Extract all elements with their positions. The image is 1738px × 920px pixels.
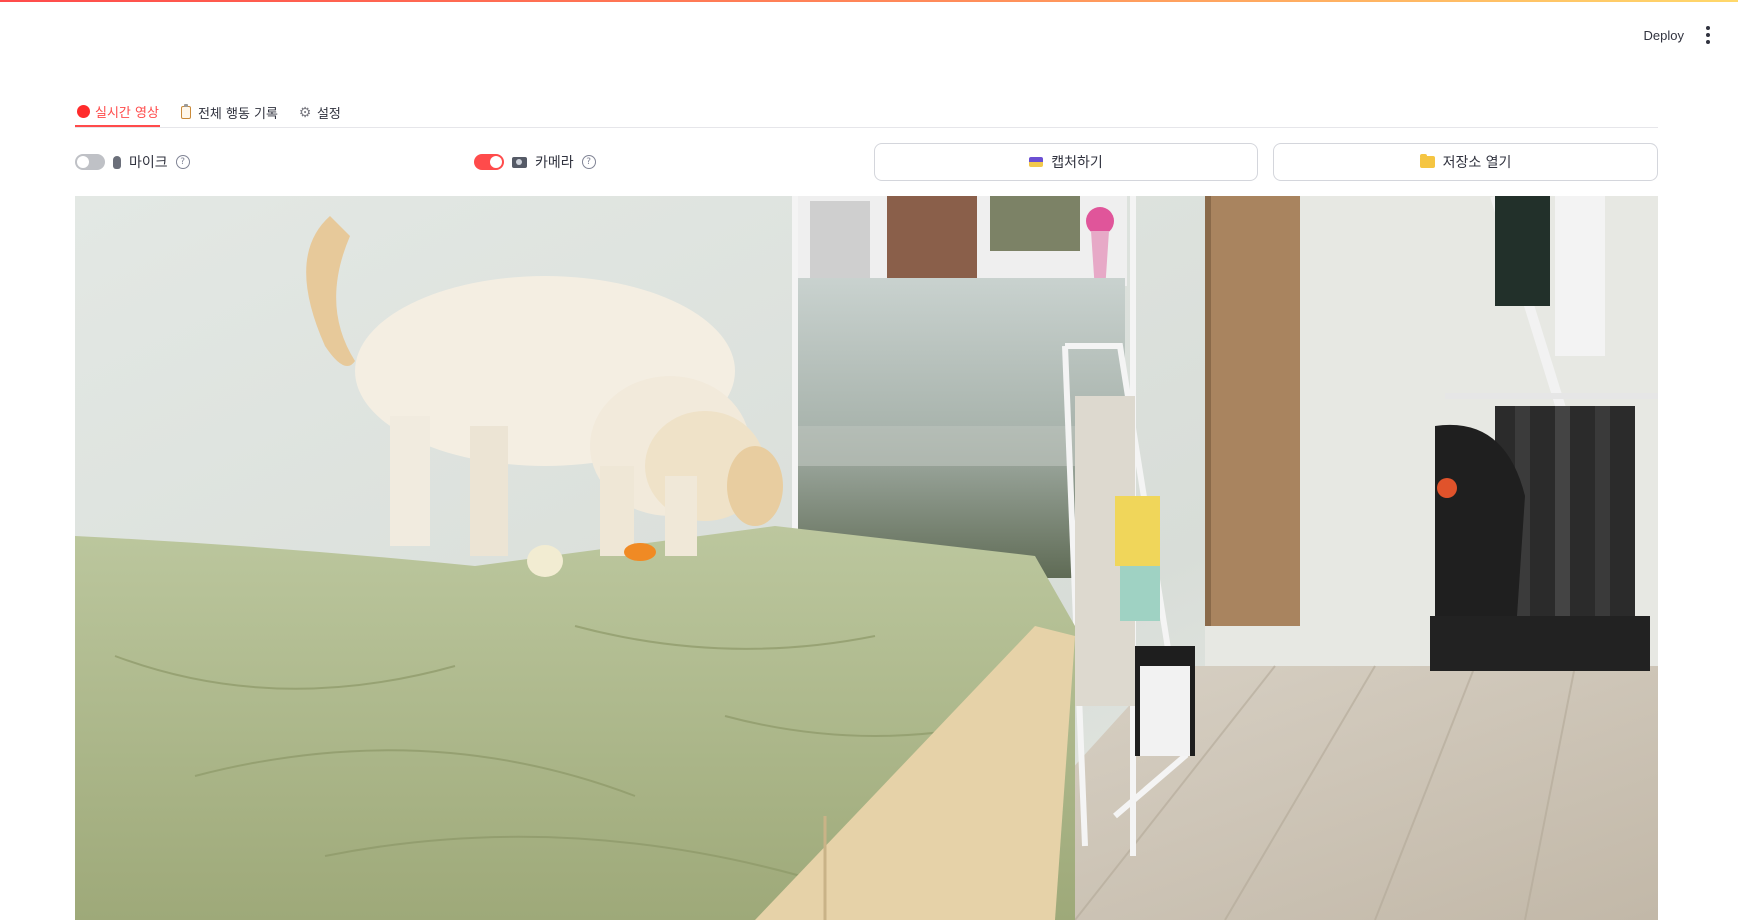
camera-toggle-group: 카메라 ? <box>474 152 596 172</box>
microphone-icon <box>113 155 121 169</box>
open-storage-button[interactable]: 저장소 열기 <box>1273 143 1658 181</box>
open-storage-button-label: 저장소 열기 <box>1442 155 1512 171</box>
camera-label: 카메라 <box>535 155 574 171</box>
mic-label: 마이크 <box>129 155 168 171</box>
live-video-frame <box>75 196 1658 920</box>
rosette <box>1086 207 1114 235</box>
red-circle-icon <box>76 105 90 119</box>
tab-activity-log-label: 전체 행동 기록 <box>197 107 278 122</box>
mic-toggle[interactable] <box>75 154 105 170</box>
camera-help-icon[interactable]: ? <box>581 155 596 169</box>
capture-button[interactable]: 캡처하기 <box>874 143 1258 181</box>
toy-orange <box>624 543 656 561</box>
tab-bar: 실시간 영상 전체 행동 기록 ⚙ 설정 <box>75 98 1658 128</box>
video-scene <box>75 196 1658 920</box>
tab-live-video-label: 실시간 영상 <box>95 106 159 121</box>
poster <box>887 196 977 291</box>
camera-flash-icon <box>1029 157 1044 167</box>
tab-settings[interactable]: ⚙ 설정 <box>297 98 342 127</box>
camera-icon <box>512 156 527 168</box>
tab-settings-label: 설정 <box>316 107 341 122</box>
toy-white <box>527 545 563 577</box>
control-row: 마이크 ? 카메라 ? 캡처하기 저장소 열기 <box>75 143 1658 181</box>
box <box>1430 616 1650 671</box>
deploy-button[interactable]: Deploy <box>1644 28 1684 43</box>
app-header-actions: Deploy <box>1644 24 1714 46</box>
door <box>1205 196 1300 626</box>
tab-live-video[interactable]: 실시간 영상 <box>75 98 160 127</box>
tab-activity-log[interactable]: 전체 행동 기록 <box>178 98 279 127</box>
mic-toggle-group: 마이크 ? <box>75 152 190 172</box>
top-accent-bar <box>0 0 1738 2</box>
clipboard-icon <box>179 104 193 120</box>
capture-button-label: 캡처하기 <box>1051 155 1103 171</box>
gear-icon: ⚙ <box>298 104 312 121</box>
camera-toggle[interactable] <box>474 154 504 170</box>
mic-help-icon[interactable]: ? <box>175 155 190 169</box>
folder-icon <box>1419 154 1435 168</box>
kebab-menu-icon[interactable] <box>1702 24 1714 46</box>
